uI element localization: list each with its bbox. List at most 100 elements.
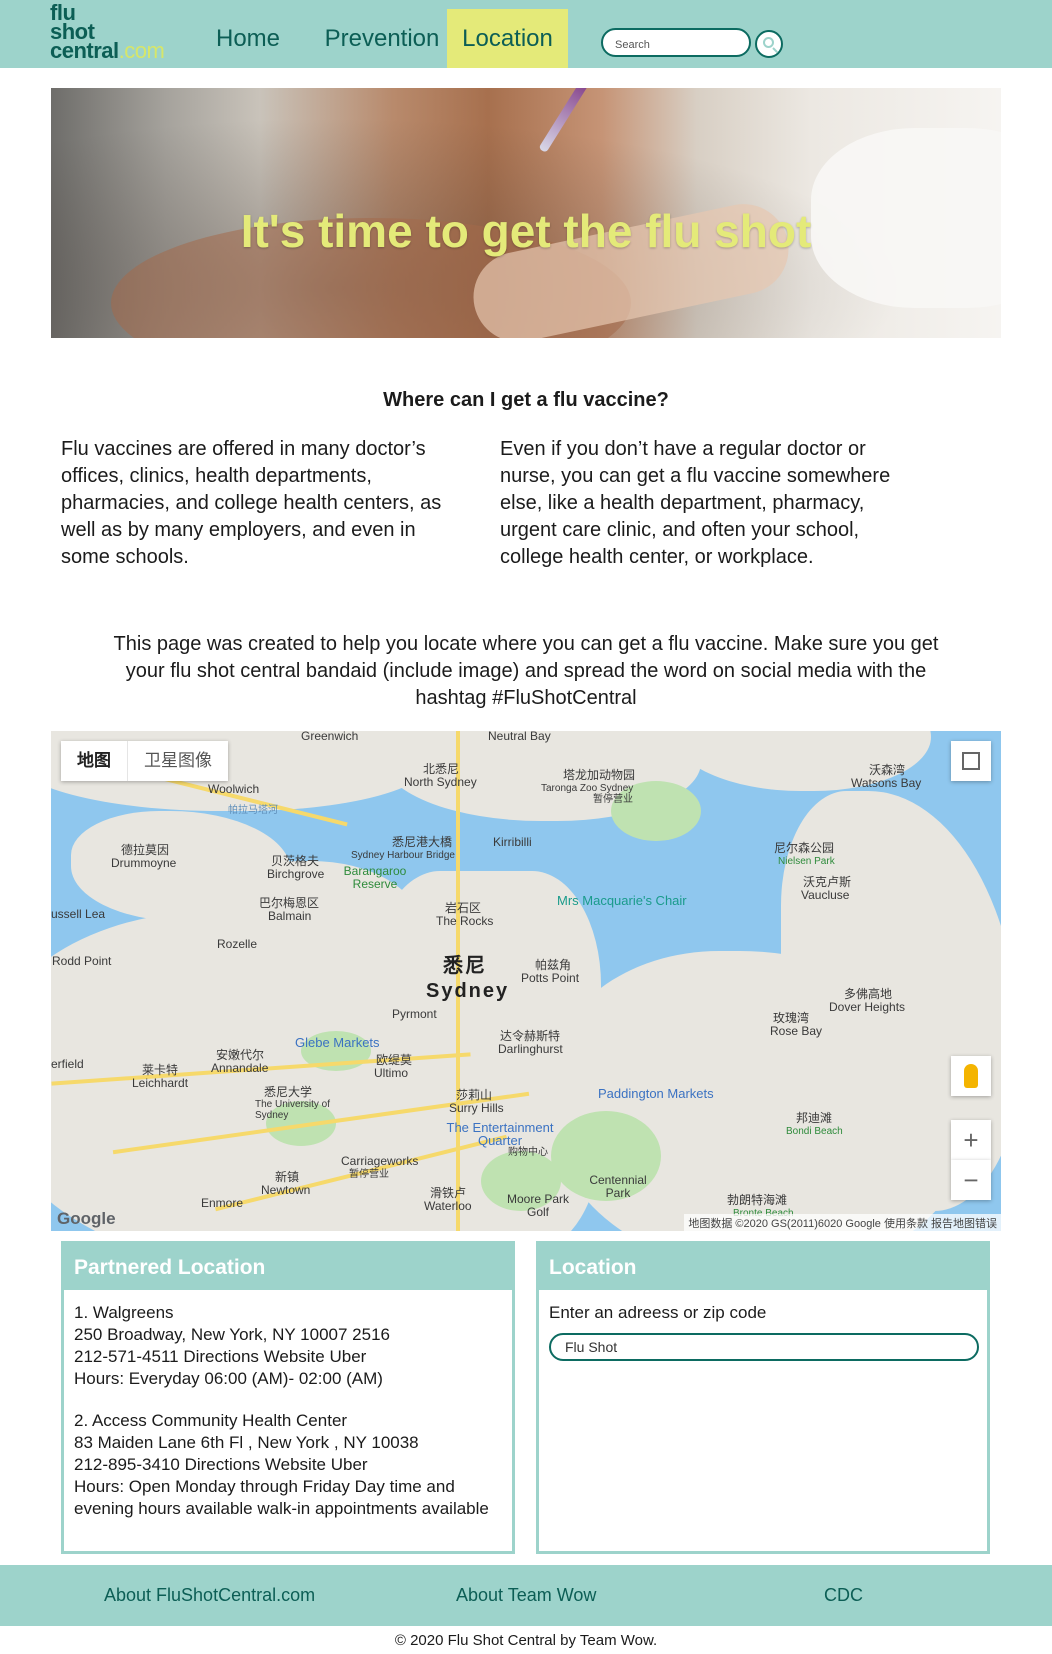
location-contact[interactable]: 212-895-3410 Directions Website Uber <box>74 1454 512 1476</box>
search-input[interactable]: Search <box>601 28 751 57</box>
map-label-entertainment-cn: 购物中心 <box>508 1147 548 1158</box>
map-label-rocks: The Rocks <box>436 914 494 928</box>
location-contact[interactable]: 212-571-4511 Directions Website Uber <box>74 1346 512 1368</box>
map-label-rozelle: Rozelle <box>217 937 258 951</box>
map-label-woolwich: Woolwich <box>208 782 260 796</box>
pegman-icon <box>964 1064 978 1088</box>
google-logo: Google <box>57 1209 116 1228</box>
map-label-entertainment: The Entertainment Quarter <box>446 1120 554 1148</box>
location-panel-heading: Location <box>539 1244 987 1290</box>
site-logo[interactable]: flu shot central.com <box>50 2 165 63</box>
map-tab-map[interactable]: 地图 <box>61 741 127 781</box>
footer-link-about-site[interactable]: About FluShotCentral.com <box>104 1585 315 1606</box>
map-label-pyrmont: Pyrmont <box>392 1007 437 1021</box>
fullscreen-icon <box>962 752 980 770</box>
logo-suffix: .com <box>118 38 165 63</box>
page-tagline: This page was created to help you locate… <box>113 633 939 709</box>
hero-title: It's time to get the flu shot <box>240 205 812 257</box>
search-button[interactable] <box>755 30 783 58</box>
nav-home[interactable]: Home <box>204 9 292 68</box>
nav-prevention[interactable]: Prevention <box>307 9 457 68</box>
map-label-centennial: Centennial Park <box>589 1173 647 1200</box>
map-label-sydney-cn: 悉尼 <box>443 955 487 977</box>
map-label-bondi: Bondi Beach <box>786 1126 843 1137</box>
map-label-drummoyne: Drummoyne <box>111 856 177 870</box>
map-label-parramatta-river: 帕拉马塔河 <box>228 805 278 816</box>
map-label-watsons: Watsons Bay <box>851 776 922 790</box>
map-label-bondi-cn: 邦迪滩 <box>796 1111 833 1125</box>
map-label-rose-bay: Rose Bay <box>770 1024 823 1038</box>
map-attribution[interactable]: 地图数据 ©2020 GS(2011)6020 Google 使用条款 报告地图… <box>684 1214 1001 1231</box>
footer-link-cdc[interactable]: CDC <box>824 1585 863 1606</box>
location-address: 250 Broadway, New York, NY 10007 2516 <box>74 1325 390 1344</box>
map-label-rodd-point: Rodd Point <box>52 954 112 968</box>
partnered-location-panel: Partnered Location 1. Walgreens 250 Broa… <box>61 1241 515 1554</box>
map-label-darlinghurst: Darlinghurst <box>498 1042 563 1056</box>
map-label-nielsen-cn: 尼尔森公园 <box>774 841 835 855</box>
logo-word: central <box>50 38 119 63</box>
vaccine-section-heading: Where can I get a flu vaccine? <box>383 389 669 411</box>
map-tab-satellite[interactable]: 卫星图像 <box>127 741 228 781</box>
location-entry: 2. Access Community Health Center 83 Mai… <box>74 1410 512 1520</box>
partnered-location-heading: Partnered Location <box>64 1244 512 1290</box>
map-label-waterloo: Waterloo <box>424 1199 472 1213</box>
map-label-kirribilli: Kirribilli <box>493 835 532 849</box>
location-entry: 1. Walgreens 250 Broadway, New York, NY … <box>74 1302 512 1390</box>
map-label-dover: Dover Heights <box>829 1000 906 1014</box>
search-placeholder: Search <box>615 39 650 51</box>
map-label-balmain: Balmain <box>268 909 312 923</box>
search-icon <box>763 37 774 48</box>
zoom-in-button[interactable]: + <box>951 1120 991 1160</box>
footer-link-about-team[interactable]: About Team Wow <box>456 1585 596 1606</box>
intro-right-paragraph: Even if you don’t have a regular doctor … <box>500 438 891 568</box>
map-label-vaucluse: Vaucluse <box>801 888 850 902</box>
map-label-surry: Surry Hills <box>449 1101 504 1115</box>
location-search-panel: Location Enter an adreess or zip code Fl… <box>536 1241 990 1554</box>
map-label-paddington: Paddington Markets <box>598 1086 714 1101</box>
zoom-out-button[interactable]: − <box>951 1160 991 1200</box>
map-label-taronga-cn: 塔龙加动物园 <box>563 768 636 782</box>
map-label-ultimo: Ultimo <box>374 1066 409 1080</box>
street-view-button[interactable] <box>951 1056 991 1096</box>
hero-banner: It's time to get the flu shot <box>51 88 1001 338</box>
map-label-macquarie: Mrs Macquarie's Chair <box>557 893 687 908</box>
map-label-carriageworks-status: 暂停营业 <box>349 1169 389 1180</box>
location-input-label: Enter an adreess or zip code <box>549 1303 767 1322</box>
map-label-enmore: Enmore <box>201 1196 244 1210</box>
address-input[interactable]: Flu Shot <box>549 1333 979 1361</box>
search-icon-handle <box>772 47 778 53</box>
map-label-annandale: Annandale <box>211 1061 269 1075</box>
map-label-erfield: erfield <box>51 1057 84 1071</box>
map-label-harbour-bridge-cn: 悉尼港大橋 <box>392 835 453 849</box>
map-label-taronga-status: 暂停营业 <box>593 794 633 805</box>
map-type-tabs: 地图 卫星图像 <box>61 741 228 781</box>
nav-location[interactable]: Location <box>447 9 568 68</box>
map-label-harbour-bridge: Sydney Harbour Bridge <box>351 850 455 861</box>
map-label-sydney: Sydney <box>426 980 510 1002</box>
fullscreen-button[interactable] <box>951 741 991 781</box>
map-label-birchgrove: Birchgrove <box>267 867 325 881</box>
map-label-glebe: Glebe Markets <box>295 1035 380 1050</box>
map-label-neutral-bay: Neutral Bay <box>488 731 551 743</box>
location-address: 83 Maiden Lane 6th Fl , New York , NY 10… <box>74 1433 419 1452</box>
google-map[interactable]: Greenwich Neutral Bay 北悉尼 North Sydney 塔… <box>51 731 1001 1231</box>
footer: About FluShotCentral.com About Team Wow … <box>0 1565 1052 1626</box>
map-label-barangaroo: Barangaroo Reserve <box>343 864 407 891</box>
map-label-carriageworks: Carriageworks <box>341 1154 419 1168</box>
map-label-uni: The University of Sydney <box>255 1099 331 1121</box>
map-label-leichhardt: Leichhardt <box>132 1076 189 1090</box>
map-label-newtown: Newtown <box>261 1183 311 1197</box>
map-label-uni-cn: 悉尼大学 <box>264 1085 313 1099</box>
map-label-moore: Moore Park Golf <box>506 1192 570 1219</box>
map-label-north-sydney: North Sydney <box>404 775 477 789</box>
copyright: © 2020 Flu Shot Central by Team Wow. <box>394 1632 658 1649</box>
map-label-bronte-cn: 勃朗特海滩 <box>727 1193 788 1207</box>
top-navigation-bar: flu shot central.com Home Prevention Loc… <box>0 0 1052 68</box>
location-hours: Hours: Everyday 06:00 (AM)- 02:00 (AM) <box>74 1369 383 1388</box>
logo-line-3: central.com <box>50 38 165 63</box>
map-label-nielsen: Nielsen Park <box>778 856 835 867</box>
location-name: 1. Walgreens <box>74 1303 174 1322</box>
map-label-potts: Potts Point <box>521 971 580 985</box>
map-label-russell-lea: ussell Lea <box>51 907 106 921</box>
location-name: 2. Access Community Health Center <box>74 1411 348 1430</box>
